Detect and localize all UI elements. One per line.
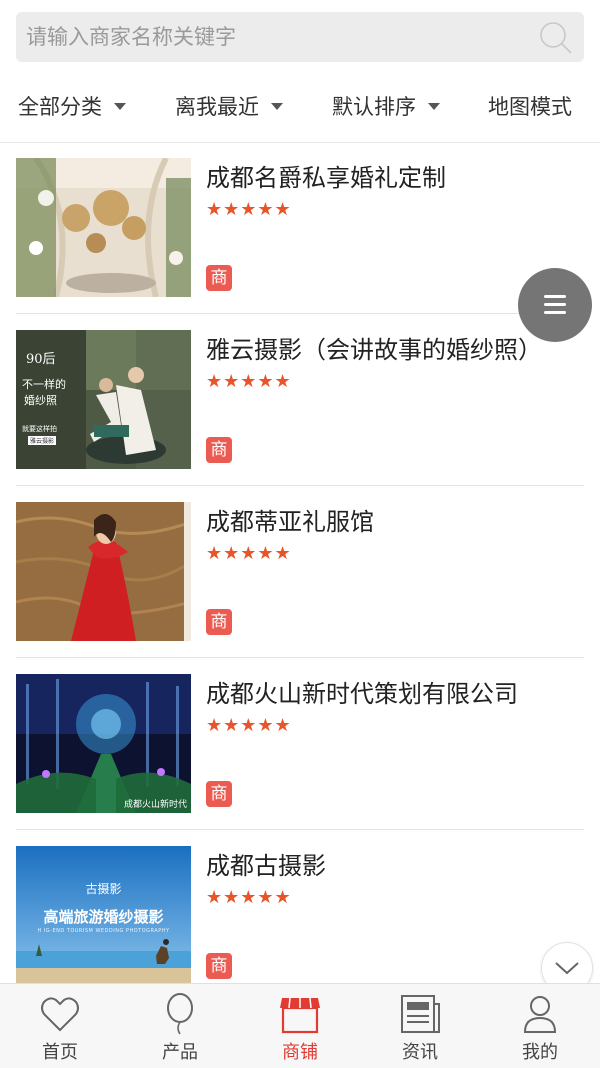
user-icon — [523, 996, 557, 1033]
dropdown-arrow-icon — [428, 102, 440, 110]
menu-icon — [544, 303, 566, 306]
merchant-name[interactable]: 成都名爵私享婚礼定制 — [206, 158, 446, 193]
tab-products[interactable]: 产品 — [120, 984, 240, 1068]
tab-news[interactable]: 资讯 — [360, 984, 480, 1068]
tab-me[interactable]: 我的 — [480, 984, 600, 1068]
search-box[interactable] — [16, 12, 584, 62]
search-icon[interactable] — [538, 20, 574, 56]
merchant-thumbnail[interactable]: 90后 不一样的 婚纱照 就要这样拍 雅云摄影 — [16, 330, 191, 469]
merchant-badge: 商 — [206, 265, 232, 291]
thumbnail-text: 90后 — [26, 352, 56, 367]
thumbnail-text: 婚纱照 — [24, 394, 57, 407]
news-icon — [401, 995, 440, 1033]
merchant-name[interactable]: 成都古摄影 — [206, 846, 326, 881]
thumbnail-text: H IG-END TOURISM WEDDING PHOTOGRAPHY — [37, 928, 170, 934]
thumbnail-text: 古摄影 — [85, 882, 122, 896]
filter-map-mode-label: 地图模式 — [488, 95, 572, 119]
merchant-thumbnail[interactable] — [16, 502, 191, 641]
merchant-thumbnail[interactable]: 古摄影 高端旅游婚纱摄影 H IG-END TOURISM WEDDING PH… — [16, 846, 191, 985]
filter-category-label: 全部分类 — [18, 95, 102, 119]
rating-stars-icon: ★★★★★ — [206, 543, 292, 564]
balloon-icon — [167, 993, 193, 1035]
rating-stars-icon: ★★★★★ — [206, 371, 292, 392]
tab-label: 商铺 — [282, 1042, 318, 1063]
filter-distance[interactable]: 离我最近 — [175, 78, 283, 142]
merchant-name[interactable]: 成都蒂亚礼服馆 — [206, 502, 374, 537]
merchant-item[interactable]: 90后 不一样的 婚纱照 就要这样拍 雅云摄影 雅云摄影（会讲故事的婚纱照） ★… — [16, 314, 584, 486]
filter-distance-label: 离我最近 — [175, 95, 259, 119]
thumbnail-text: 高端旅游婚纱摄影 — [43, 908, 164, 926]
merchant-item[interactable]: 成都名爵私享婚礼定制 ★★★★★ 商 — [16, 142, 584, 314]
filter-map-mode[interactable]: 地图模式 — [488, 78, 572, 142]
rating-stars-icon: ★★★★★ — [206, 715, 292, 736]
menu-icon — [544, 311, 566, 314]
tab-label: 产品 — [162, 1042, 198, 1063]
tab-home[interactable]: 首页 — [0, 984, 120, 1068]
merchant-item[interactable]: 古摄影 高端旅游婚纱摄影 H IG-END TOURISM WEDDING PH… — [16, 830, 584, 1001]
thumbnail-text: 不一样的 — [22, 378, 66, 391]
menu-icon — [544, 295, 566, 298]
filter-category[interactable]: 全部分类 — [18, 78, 126, 142]
tab-label: 我的 — [522, 1042, 558, 1063]
thumbnail-text: 就要这样拍 — [22, 425, 57, 433]
thumbnail-text: 雅云摄影 — [28, 436, 57, 445]
filter-bar: 全部分类 离我最近 默认排序 地图模式 — [0, 78, 600, 143]
merchant-thumbnail[interactable]: 成都火山新时代 — [16, 674, 191, 813]
bottom-tab-bar: 首页 产品 商铺 资讯 我的 — [0, 983, 600, 1068]
merchant-badge: 商 — [206, 609, 232, 635]
heart-icon — [41, 997, 79, 1032]
rating-stars-icon: ★★★★★ — [206, 199, 292, 220]
merchant-badge: 商 — [206, 437, 232, 463]
tab-shops[interactable]: 商铺 — [240, 984, 360, 1068]
search-input[interactable] — [26, 12, 526, 62]
merchant-name[interactable]: 雅云摄影（会讲故事的婚纱照） — [206, 330, 542, 365]
tab-label: 首页 — [42, 1042, 78, 1063]
merchant-item[interactable]: 成都火山新时代 成都火山新时代策划有限公司 ★★★★★ 商 — [16, 658, 584, 830]
merchant-name[interactable]: 成都火山新时代策划有限公司 — [206, 674, 518, 709]
tab-label: 资讯 — [402, 1042, 438, 1063]
merchant-list: 成都名爵私享婚礼定制 ★★★★★ 商 90后 不一样的 婚纱照 就要这样拍 雅云… — [16, 142, 584, 1001]
dropdown-arrow-icon — [271, 102, 283, 110]
thumbnail-text: 成都火山新时代 — [123, 800, 187, 810]
rating-stars-icon: ★★★★★ — [206, 887, 292, 908]
merchant-badge: 商 — [206, 953, 232, 979]
merchant-thumbnail[interactable] — [16, 158, 191, 297]
merchant-badge: 商 — [206, 781, 232, 807]
shop-icon — [280, 997, 320, 1034]
dropdown-arrow-icon — [114, 102, 126, 110]
search-bar — [0, 0, 600, 78]
filter-sort-label: 默认排序 — [332, 95, 416, 119]
floating-menu-button[interactable] — [518, 268, 592, 342]
filter-sort[interactable]: 默认排序 — [332, 78, 440, 142]
merchant-item[interactable]: 成都蒂亚礼服馆 ★★★★★ 商 — [16, 486, 584, 658]
